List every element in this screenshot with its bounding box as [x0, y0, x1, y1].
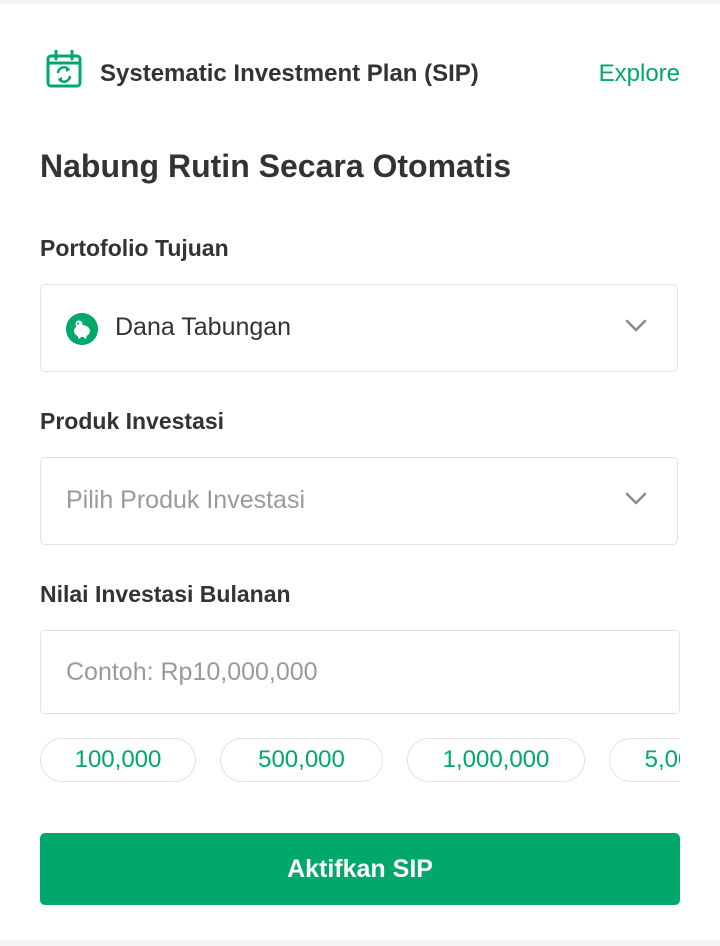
- product-label: Produk Investasi: [40, 408, 225, 434]
- monthly-amount-input[interactable]: [40, 630, 680, 714]
- quick-amount-chip[interactable]: 1,000,000: [407, 738, 585, 782]
- sip-header: Systematic Investment Plan (SIP) Explore: [40, 50, 680, 94]
- piggy-bank-icon: [66, 313, 98, 345]
- explore-link[interactable]: Explore: [599, 60, 680, 88]
- quick-amount-chip[interactable]: 100,000: [40, 738, 196, 782]
- quick-amount-chip[interactable]: 500,000: [220, 738, 383, 782]
- product-select[interactable]: Pilih Produk Investasi: [40, 457, 678, 545]
- portfolio-selected-value: Dana Tabungan: [115, 313, 292, 341]
- portfolio-label: Portofolio Tujuan: [40, 235, 229, 261]
- sip-card: Systematic Investment Plan (SIP) Explore…: [0, 4, 720, 940]
- quick-amount-chips: 100,000 500,000 1,000,000 5,000,000: [40, 738, 680, 786]
- chevron-down-icon: [625, 492, 647, 505]
- monthly-amount-label: Nilai Investasi Bulanan: [40, 581, 291, 607]
- activate-sip-button[interactable]: Aktifkan SIP: [40, 833, 680, 905]
- chevron-down-icon: [625, 319, 647, 332]
- product-placeholder: Pilih Produk Investasi: [66, 486, 306, 514]
- header-title: Systematic Investment Plan (SIP): [100, 60, 479, 87]
- quick-amount-chip[interactable]: 5,000,000: [609, 738, 680, 782]
- page-title: Nabung Rutin Secara Otomatis: [40, 148, 512, 184]
- portfolio-select[interactable]: Dana Tabungan: [40, 284, 678, 372]
- calendar-sync-icon: [46, 50, 82, 88]
